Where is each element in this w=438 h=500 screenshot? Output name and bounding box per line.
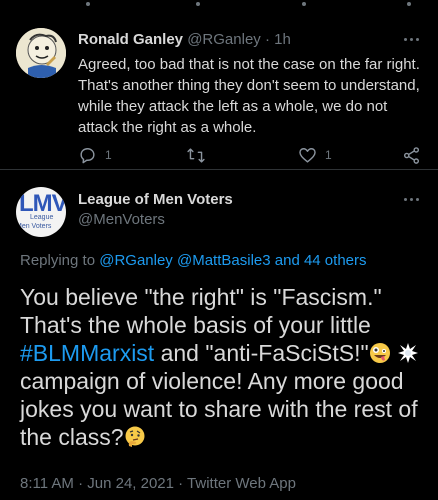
- collision-emoji: [397, 342, 419, 364]
- tweet-text-part: and "anti-FaSciStS!": [154, 340, 369, 366]
- retweet-button[interactable]: [186, 145, 206, 165]
- avatar-logo-line1: League: [30, 214, 54, 221]
- divider: [0, 169, 438, 170]
- retweet-icon: [187, 147, 205, 163]
- tweet-text: You believe "the right" is "Fascism." Th…: [20, 283, 430, 451]
- reply-button[interactable]: 1: [78, 145, 112, 165]
- more-dots-icon[interactable]: [404, 197, 424, 203]
- more-dots-icon[interactable]: [404, 37, 424, 43]
- replying-others-link[interactable]: and 44 others: [275, 252, 367, 269]
- reply-count: 1: [105, 148, 112, 162]
- previous-tweet-actions-remnant: [0, 0, 438, 20]
- avatar[interactable]: [16, 28, 66, 78]
- reply-bubble-icon: [80, 147, 95, 163]
- tweet-time[interactable]: 1h: [274, 31, 291, 48]
- like-count: 1: [325, 148, 332, 162]
- like-button[interactable]: 1: [298, 145, 332, 165]
- share-button[interactable]: [402, 145, 421, 165]
- tweet-text-part: You believe "the right" is "Fascism." Th…: [20, 284, 382, 338]
- replying-user-link[interactable]: @MattBasile3: [177, 252, 271, 269]
- tweet-text-part: campaign of violence! Any more good joke…: [20, 368, 418, 450]
- avatar-logo-line2: Men Voters: [16, 223, 52, 230]
- replying-user-link[interactable]: @RGanley: [99, 252, 173, 269]
- thinking-face-emoji: [124, 426, 146, 448]
- main-tweet-header: LMV League Men Voters League of Men Vote…: [0, 183, 438, 243]
- tweet-actions: 1 1: [70, 145, 430, 165]
- author-handle[interactable]: @RGanley: [187, 31, 261, 48]
- reply-header: Ronald Ganley @RGanley · 1h: [78, 31, 291, 48]
- separator: ·: [260, 31, 275, 48]
- author-handle[interactable]: @MenVoters: [78, 211, 165, 228]
- replying-prefix: Replying to: [20, 252, 100, 269]
- zany-face-emoji: [369, 342, 391, 364]
- avatar[interactable]: LMV League Men Voters: [16, 187, 66, 237]
- tweet-timestamp[interactable]: 8:11 AM · Jun 24, 2021 · Twitter Web App: [20, 475, 296, 492]
- reply-tweet[interactable]: Ronald Ganley @RGanley · 1h Agreed, too …: [0, 20, 438, 168]
- reply-text: Agreed, too bad that is not the case on …: [78, 56, 420, 136]
- replying-to: Replying to @RGanley @MattBasile3 and 44…: [20, 252, 367, 269]
- heart-icon: [299, 147, 316, 163]
- author-name[interactable]: League of Men Voters: [78, 191, 233, 208]
- share-icon: [403, 146, 420, 164]
- author-name[interactable]: Ronald Ganley: [78, 31, 183, 48]
- cartoon-avatar-icon: [16, 28, 66, 78]
- hashtag-link[interactable]: #BLMMarxist: [20, 340, 154, 366]
